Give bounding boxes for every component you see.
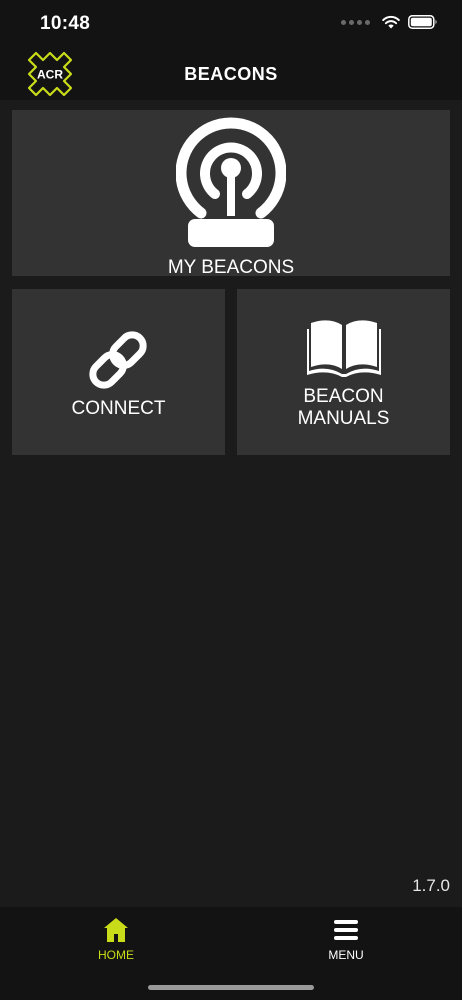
tab-menu[interactable]: MENU — [276, 917, 416, 977]
status-time: 10:48 — [40, 13, 91, 34]
tab-home[interactable]: HOME — [46, 917, 186, 977]
app-version: 1.7.0 — [412, 876, 450, 895]
status-bar: 10:48 — [0, 0, 462, 50]
link-icon — [89, 331, 147, 389]
tab-menu-label: MENU — [328, 948, 364, 962]
home-icon — [104, 918, 128, 942]
page-title: BEACONS — [184, 64, 278, 84]
status-icons — [341, 15, 438, 29]
home-indicator[interactable] — [148, 985, 314, 990]
nav-bar: ACR BEACONS — [0, 50, 462, 100]
hamburger-menu-icon — [334, 920, 358, 940]
cellular-signal-icon — [341, 19, 370, 25]
connect-label: CONNECT — [71, 398, 166, 419]
my-beacons-tile[interactable]: MY BEACONS — [12, 110, 450, 278]
wifi-icon — [382, 15, 400, 29]
beacon-signal-icon — [176, 117, 286, 247]
beacon-manuals-tile[interactable]: BEACON MANUALS — [237, 289, 450, 455]
beacon-manuals-label-line1: BEACON — [303, 386, 384, 407]
tab-home-label: HOME — [98, 948, 134, 962]
book-icon — [307, 320, 381, 377]
connect-tile[interactable]: CONNECT — [12, 289, 225, 455]
battery-icon — [408, 15, 437, 29]
my-beacons-label: MY BEACONS — [167, 257, 295, 278]
beacon-manuals-label-line2: MANUALS — [297, 408, 390, 429]
